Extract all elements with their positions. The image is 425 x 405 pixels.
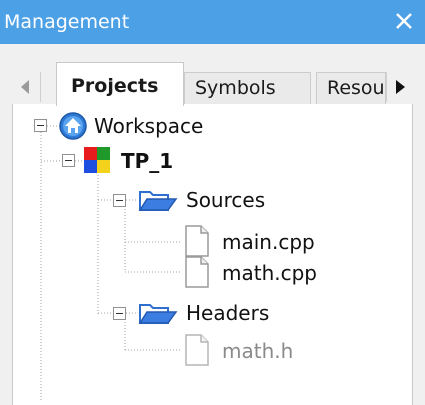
tab-resources[interactable]: Resou xyxy=(316,72,386,104)
tree-node-workspace[interactable]: Workspace xyxy=(94,113,203,139)
tab-label: Projects xyxy=(71,75,159,97)
panel-title: Management xyxy=(4,11,130,33)
tree-node-project[interactable]: TP_1 xyxy=(121,148,173,174)
project-collapse-toggle[interactable] xyxy=(62,154,75,167)
file-icon xyxy=(183,333,211,371)
tab-scroll-left-button[interactable] xyxy=(12,72,41,102)
tree-node-math-cpp[interactable]: math.cpp xyxy=(222,260,317,286)
tab-symbols[interactable]: Symbols xyxy=(184,72,311,104)
tab-label: Symbols xyxy=(195,77,276,99)
sources-collapse-toggle[interactable] xyxy=(113,194,126,207)
headers-collapse-toggle[interactable] xyxy=(113,307,126,320)
workspace-home-icon xyxy=(58,111,88,145)
management-panel: Management Projects Symbols Resou Worksp… xyxy=(0,0,425,405)
tree-node-math-h[interactable]: math.h xyxy=(222,338,293,364)
tree-node-sources[interactable]: Sources xyxy=(186,187,265,213)
tab-projects[interactable]: Projects xyxy=(56,62,184,106)
tree-node-headers[interactable]: Headers xyxy=(186,300,269,326)
project-tree[interactable] xyxy=(12,104,413,405)
workspace-collapse-toggle[interactable] xyxy=(34,119,47,132)
tab-scroll-right-button[interactable] xyxy=(386,72,415,102)
project-colored-squares-icon xyxy=(82,145,112,179)
panel-titlebar[interactable]: Management xyxy=(0,0,425,44)
folder-open-icon xyxy=(138,186,178,218)
close-icon[interactable] xyxy=(391,7,417,35)
folder-open-icon xyxy=(138,299,178,331)
tree-node-main-cpp[interactable]: main.cpp xyxy=(222,229,315,255)
file-icon xyxy=(183,255,211,293)
tab-label: Resou xyxy=(327,77,385,99)
